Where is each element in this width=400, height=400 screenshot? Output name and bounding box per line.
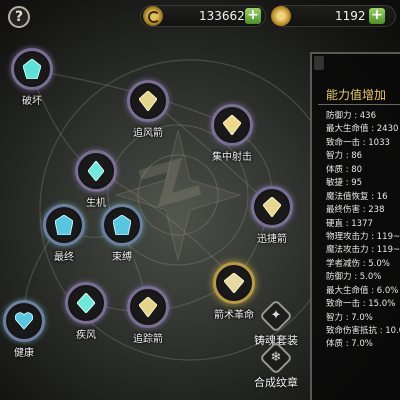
forge-set-button[interactable]: ✦ 铸魂套装 [236, 299, 316, 348]
spin-currency-value: 133662 [199, 9, 245, 23]
add-spin-currency-button[interactable]: + [245, 8, 261, 24]
skill-node-final[interactable]: 最终 [34, 204, 94, 263]
crest-gem-icon [11, 48, 53, 90]
stat-row: 致命一击 : 1033 [326, 137, 390, 148]
crest-gem-icon [65, 282, 107, 324]
stat-row: 智力 : 86 [326, 151, 363, 162]
skill-node-label: 疾风 [76, 330, 96, 341]
skill-node-focus-shot[interactable]: 集中射击 [202, 104, 262, 163]
crest-gem-icon [211, 104, 253, 146]
stat-row: 智力 : 7.0% [326, 312, 373, 323]
stat-row: 最大生命值 : 2430 [326, 124, 399, 135]
panel-collapse-handle[interactable] [314, 56, 324, 70]
divider [318, 104, 400, 105]
crest-gem-icon [43, 204, 85, 246]
skill-node-label: 集中射击 [212, 152, 252, 163]
stat-row: 物理攻击力 : 119~119 [326, 231, 400, 242]
stats-list: 防御力 : 436 最大生命值 : 2430 致命一击 : 1033 智力 : … [326, 110, 400, 352]
stats-panel[interactable]: 能力值增加 防御力 : 436 最大生命值 : 2430 致命一击 : 1033… [310, 52, 400, 400]
stat-row: 敏捷 : 95 [326, 178, 363, 189]
skill-node-health[interactable]: 健康 [0, 300, 54, 359]
spin-currency-bar: 133662 + [140, 5, 266, 27]
skill-node-vitality[interactable]: 生机 [66, 150, 126, 209]
stat-row: 致命一击 : 15.0% [326, 299, 396, 310]
crest-gem-icon [75, 150, 117, 192]
crest-gem-icon [3, 300, 45, 342]
skill-node-tracking-arrow[interactable]: 追踪箭 [118, 286, 178, 345]
skill-node-gale[interactable]: 疾风 [56, 282, 116, 341]
skill-node-label: 追风箭 [133, 128, 163, 139]
spin-coin-icon [143, 6, 163, 26]
skill-node-label: 迅捷箭 [257, 234, 287, 245]
skill-node-swift-arrow[interactable]: 迅捷箭 [242, 186, 302, 245]
stat-row: 学者减伤 : 5.0% [326, 258, 390, 269]
skill-node-wind-arrow[interactable]: 追风箭 [118, 80, 178, 139]
crest-gem-icon [251, 186, 293, 228]
skill-node-destroy[interactable]: 破坏 [2, 48, 62, 107]
stat-row: 魔法攻击力 : 119~119 [326, 245, 400, 256]
crest-gem-icon [213, 262, 255, 304]
skill-node-label: 最终 [54, 252, 74, 263]
crest-gem-icon [127, 286, 169, 328]
stat-row: 防御力 : 436 [326, 111, 376, 121]
skill-node-label: 追踪箭 [133, 334, 163, 345]
gear-star-icon: ✦ [259, 299, 293, 333]
crest-gem-icon [127, 80, 169, 122]
help-button[interactable]: ? [8, 6, 30, 28]
stats-panel-title: 能力值增加 [326, 88, 387, 102]
compose-crest-button[interactable]: ❄ 合成纹章 [236, 341, 316, 390]
stat-row: 致命伤害抵抗 : 10.0% [326, 326, 400, 336]
stat-row: 防御力 : 5.0% [326, 272, 382, 283]
skill-node-label: 束缚 [112, 252, 132, 263]
stat-row: 魔法值恢复 : 16 [326, 191, 388, 202]
compose-crest-label: 合成纹章 [254, 376, 298, 389]
stat-row: 最终伤害 : 238 [326, 205, 385, 216]
stat-row: 体质 : 7.0% [326, 339, 373, 350]
gold-coin-icon [271, 6, 291, 26]
crest-gem-icon [101, 204, 143, 246]
gold-currency-value: 1192 [335, 9, 366, 23]
stat-row: 最大生命值 : 6.0% [326, 285, 399, 296]
skill-node-label: 破坏 [22, 96, 42, 107]
skill-node-label: 健康 [14, 348, 34, 359]
snowflake-crest-icon: ❄ [259, 341, 293, 375]
stat-row: 硬直 : 1377 [326, 218, 373, 229]
add-gold-button[interactable]: + [369, 8, 385, 24]
stat-row: 体质 : 80 [326, 164, 363, 175]
skill-node-bind[interactable]: 束缚 [92, 204, 152, 263]
gold-currency-bar: 1192 + [271, 5, 396, 27]
